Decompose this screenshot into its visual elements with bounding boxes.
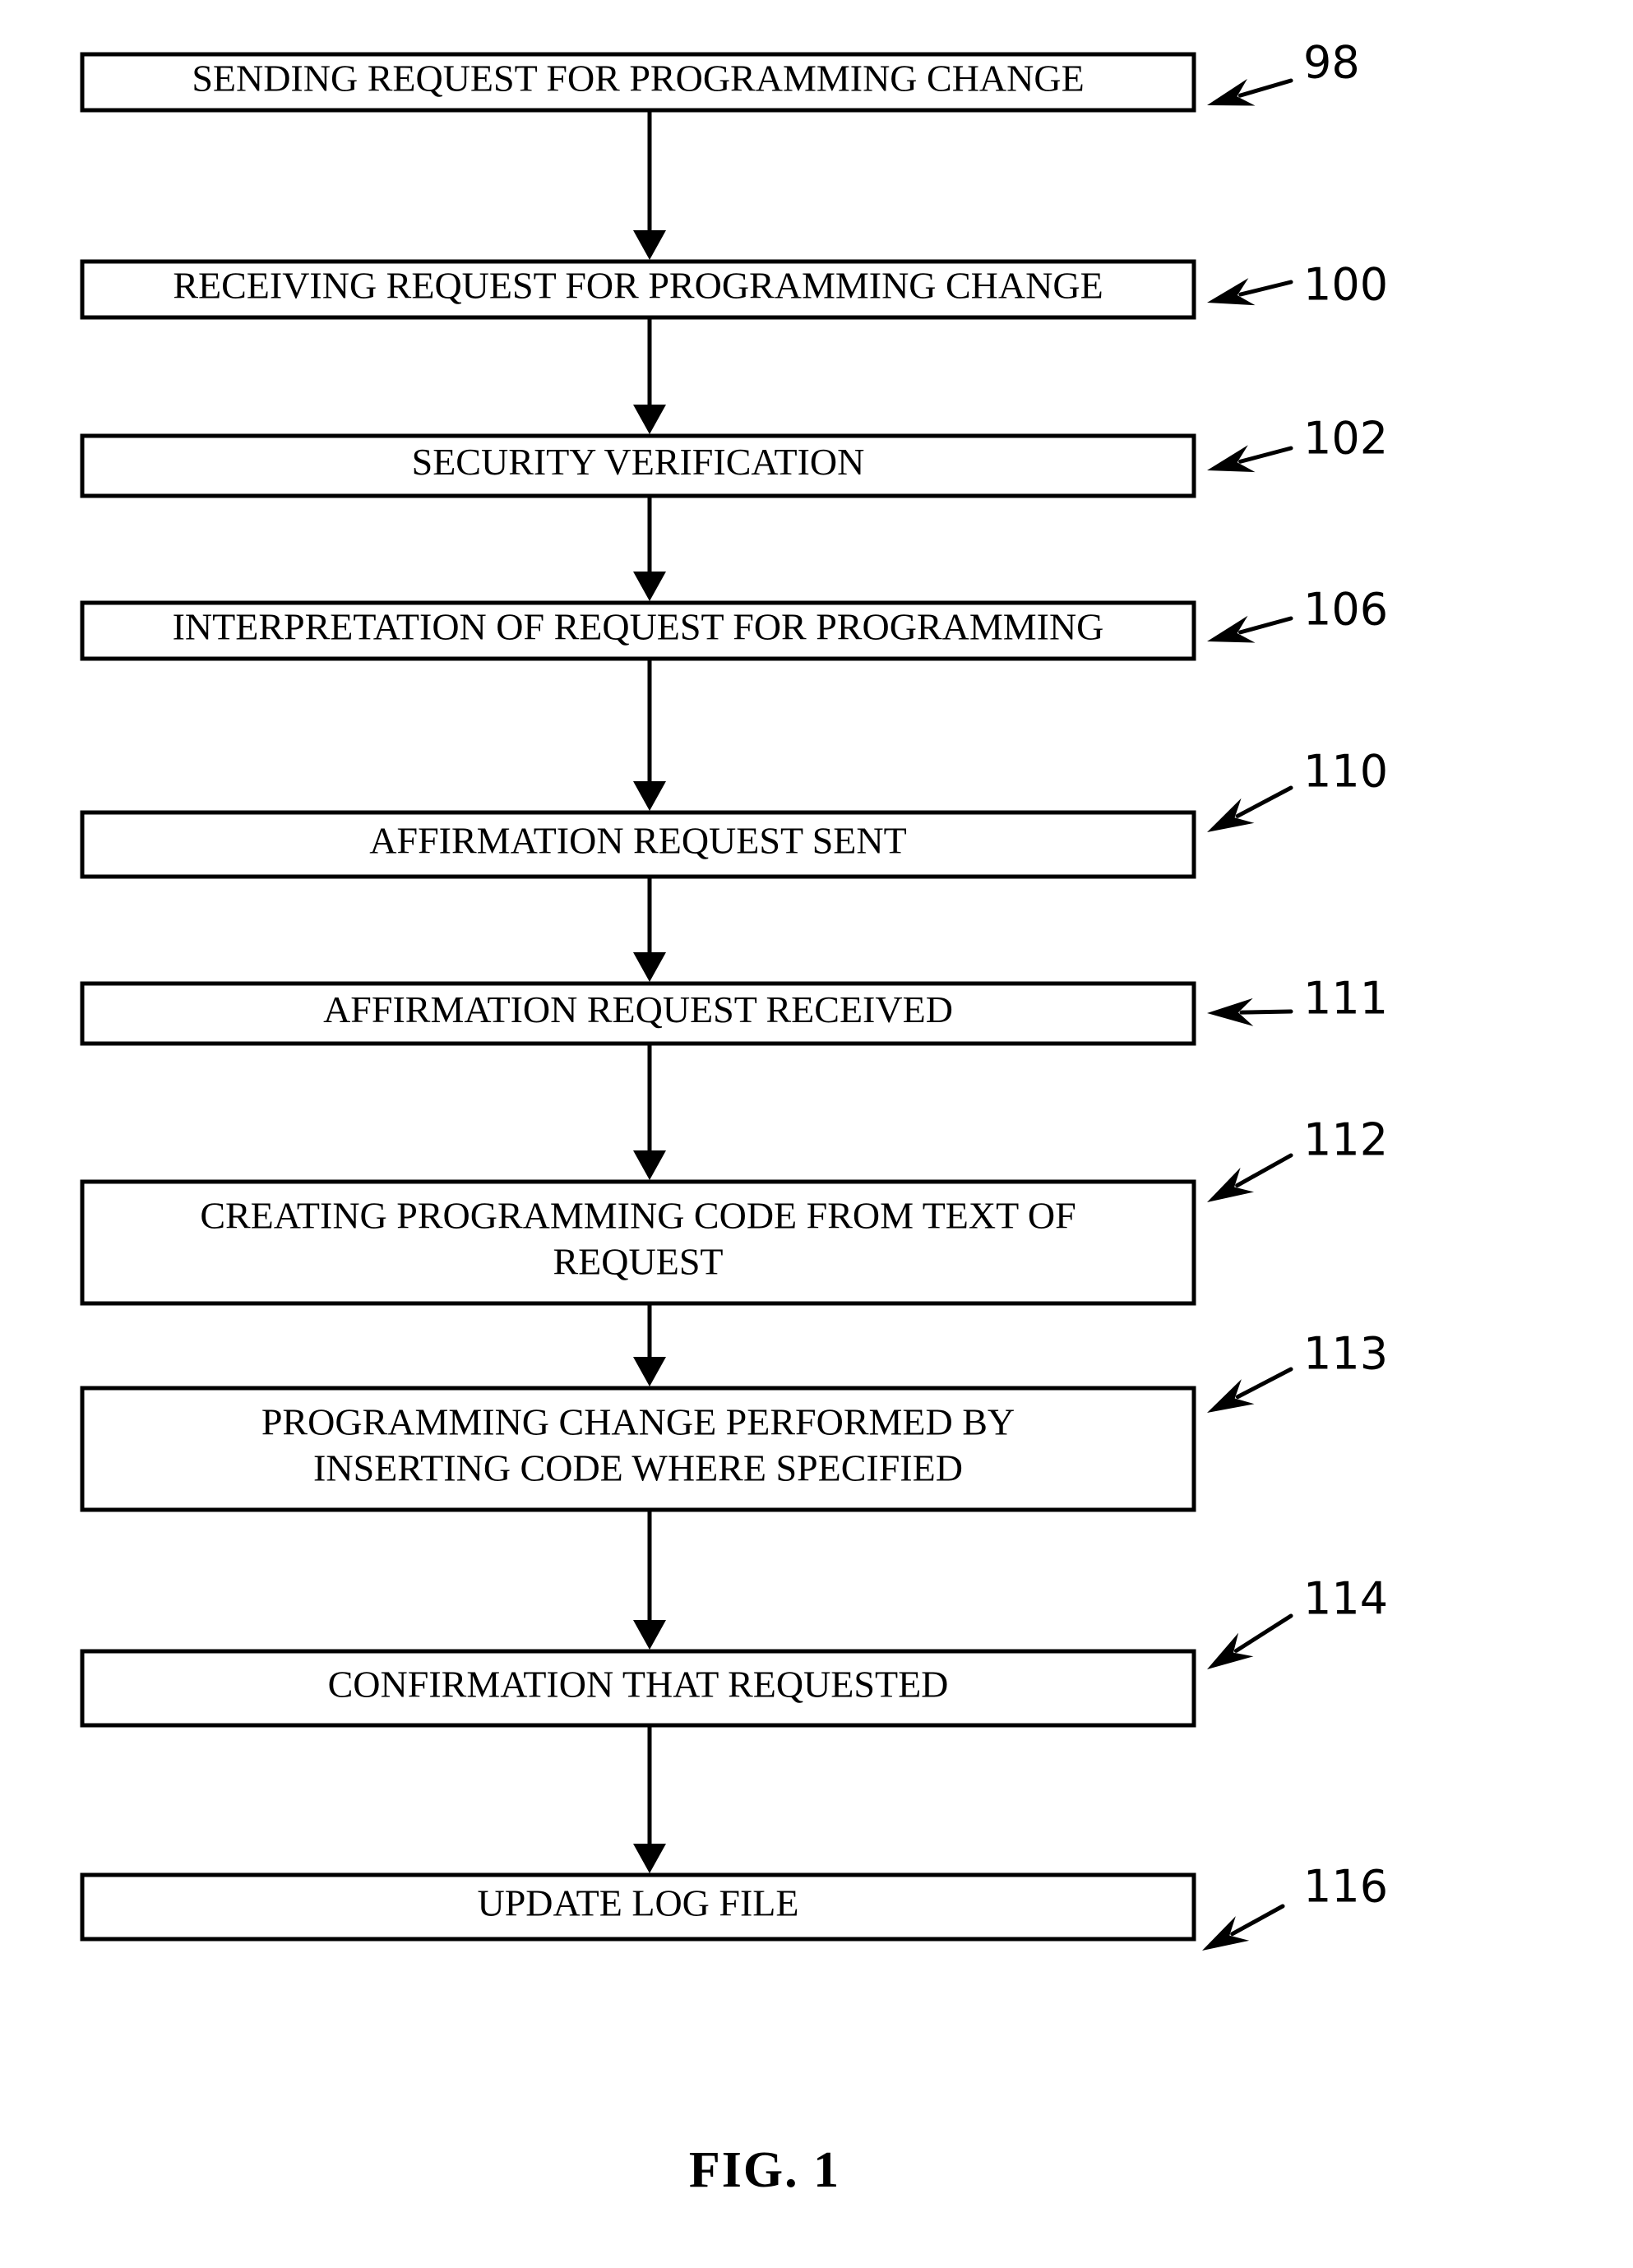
flow-arrow-110-to-111 bbox=[633, 877, 666, 982]
figure-caption: FIG. 1 bbox=[689, 2142, 840, 2198]
process-box-113[interactable]: PROGRAMMING CHANGE PERFORMED BYINSERTING… bbox=[80, 1386, 1196, 1512]
flow-arrow-102-to-106 bbox=[633, 496, 666, 601]
process-box-114[interactable]: CONFIRMATION THAT REQUESTED bbox=[80, 1649, 1196, 1728]
reference-numeral-102: 102 bbox=[1303, 413, 1388, 465]
reference-numeral-110: 110 bbox=[1303, 746, 1388, 798]
reference-leader-110 bbox=[1207, 785, 1293, 832]
reference-numeral-111: 111 bbox=[1303, 973, 1388, 1025]
reference-numeral-98: 98 bbox=[1303, 37, 1360, 89]
process-box-label-98: SENDING REQUEST FOR PROGRAMMING CHANGE bbox=[192, 58, 1084, 100]
reference-numeral-112: 112 bbox=[1303, 1114, 1388, 1166]
process-box-label-102: SECURITY VERIFICATION bbox=[412, 441, 865, 483]
process-box-label-113: INSERTING CODE WHERE SPECIFIED bbox=[313, 1447, 963, 1489]
flow-arrow-113-to-114 bbox=[633, 1510, 666, 1650]
reference-leader-98 bbox=[1207, 78, 1293, 106]
process-box-label-114: CONFIRMATION THAT REQUESTED bbox=[328, 1664, 949, 1706]
process-box-label-100: RECEIVING REQUEST FOR PROGRAMMING CHANGE bbox=[173, 265, 1103, 307]
process-box-label-113: PROGRAMMING CHANGE PERFORMED BY bbox=[261, 1401, 1015, 1443]
flow-arrow-106-to-110 bbox=[633, 659, 666, 811]
process-box-100[interactable]: RECEIVING REQUEST FOR PROGRAMMING CHANGE bbox=[80, 259, 1196, 320]
reference-leaders bbox=[1202, 78, 1293, 1951]
flowchart-canvas: SENDING REQUEST FOR PROGRAMMING CHANGE RE… bbox=[80, 37, 1388, 2198]
flow-arrow-114-to-116 bbox=[633, 1725, 666, 1873]
reference-leader-100 bbox=[1207, 278, 1293, 306]
reference-leader-102 bbox=[1207, 445, 1293, 473]
flow-arrow-111-to-112 bbox=[633, 1044, 666, 1180]
reference-leader-106 bbox=[1207, 615, 1293, 643]
reference-numeral-116: 116 bbox=[1303, 1861, 1388, 1913]
process-box-label-112: REQUEST bbox=[553, 1241, 724, 1283]
reference-numerals: 98 100 102 106 110 111 112 113 114 116 bbox=[1303, 37, 1388, 1913]
process-box-label-111: AFFIRMATION REQUEST RECEIVED bbox=[323, 988, 953, 1030]
reference-numeral-106: 106 bbox=[1303, 584, 1388, 636]
reference-leader-112 bbox=[1207, 1153, 1293, 1202]
process-box-label-116: UPDATE LOG FILE bbox=[478, 1882, 799, 1924]
process-box-111[interactable]: AFFIRMATION REQUEST RECEIVED bbox=[80, 981, 1196, 1046]
process-box-98[interactable]: SENDING REQUEST FOR PROGRAMMING CHANGE bbox=[80, 52, 1196, 113]
reference-numeral-113: 113 bbox=[1303, 1328, 1388, 1380]
reference-leader-111 bbox=[1207, 997, 1293, 1026]
reference-numeral-114: 114 bbox=[1303, 1573, 1388, 1625]
flow-arrow-100-to-102 bbox=[633, 317, 666, 434]
process-box-label-110: AFFIRMATION REQUEST SENT bbox=[369, 820, 906, 862]
reference-leader-114 bbox=[1207, 1613, 1293, 1669]
process-box-106[interactable]: INTERPRETATION OF REQUEST FOR PROGRAMMIN… bbox=[80, 600, 1196, 661]
process-box-116[interactable]: UPDATE LOG FILE bbox=[80, 1872, 1196, 1942]
flow-arrow-98-to-100 bbox=[633, 110, 666, 260]
process-box-112[interactable]: CREATING PROGRAMMING CODE FROM TEXT OFRE… bbox=[80, 1179, 1196, 1306]
process-box-102[interactable]: SECURITY VERIFICATION bbox=[80, 433, 1196, 498]
process-box-label-106: INTERPRETATION OF REQUEST FOR PROGRAMMIN… bbox=[173, 606, 1104, 648]
flow-arrow-112-to-113 bbox=[633, 1303, 666, 1386]
reference-numeral-100: 100 bbox=[1303, 259, 1388, 311]
reference-leader-113 bbox=[1207, 1367, 1293, 1413]
process-box-label-112: CREATING PROGRAMMING CODE FROM TEXT OF bbox=[200, 1195, 1076, 1237]
process-boxes: SENDING REQUEST FOR PROGRAMMING CHANGE RE… bbox=[80, 52, 1196, 1942]
reference-leader-116 bbox=[1202, 1904, 1285, 1951]
patent-figure: SENDING REQUEST FOR PROGRAMMING CHANGE RE… bbox=[0, 0, 1633, 2268]
process-box-110[interactable]: AFFIRMATION REQUEST SENT bbox=[80, 810, 1196, 879]
